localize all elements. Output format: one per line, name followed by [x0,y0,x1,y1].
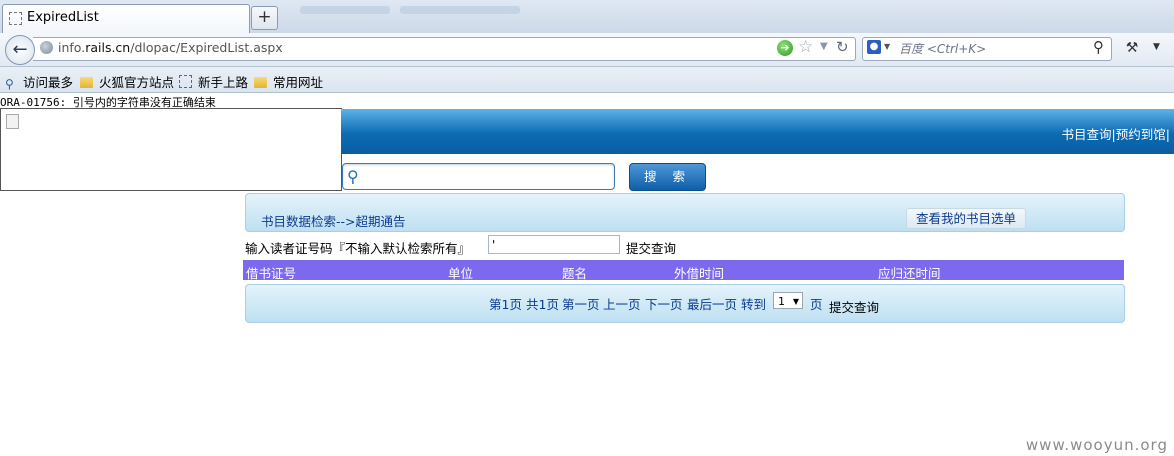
bookmark-star-icon[interactable]: ☆ [798,37,813,57]
page-icon [9,12,22,25]
watermark: www.wooyun.org [1025,436,1168,454]
column-title: 题名 [562,266,588,281]
folder-icon [254,77,267,88]
my-list-button[interactable]: 查看我的书目选单 [906,208,1026,229]
reader-id-input[interactable]: ' [488,235,620,254]
bookmark-firefox-site[interactable]: 火狐官方站点 [80,72,174,91]
bookmark-getting-started[interactable]: 新手上路 [179,72,248,91]
column-unit: 单位 [448,266,474,281]
pager-panel [245,284,1125,323]
url-dropdown-icon[interactable]: ▼ [820,41,828,52]
browser-tab[interactable]: ExpiredList [2,4,250,33]
search-icon: ⚲ [347,167,359,186]
bookmarks-bar [0,67,1174,93]
pager-next-link[interactable]: 下一页 [645,294,683,313]
pager-goto-label: 转到 [741,297,767,312]
chevron-down-icon: ▼ [792,297,799,306]
search-engine-icon[interactable]: ● [867,40,881,54]
header-links: 书目查询|预约到馆| [1062,124,1170,143]
browser-search-input[interactable]: 百度 <Ctrl+K> [899,40,986,57]
column-due-time: 应归还时间 [878,266,941,281]
link-reservation[interactable]: 预约到馆 [1116,127,1166,142]
pager-last-link[interactable]: 最后一页 [687,294,737,313]
page-icon [179,75,192,88]
blurred-tab-area [300,6,390,14]
back-arrow-icon: ← [12,39,28,60]
blurred-tab-area [400,6,520,14]
search-engine-dropdown-icon[interactable]: ▼ [884,42,890,51]
submit-query-button[interactable]: 提交查询 [626,238,676,257]
pager-total: 共1页 [526,297,559,312]
link-separator: | [1165,127,1170,142]
search-input[interactable]: ⚲ [342,163,615,190]
tools-dropdown-icon[interactable]: ▼ [1153,42,1160,52]
bookmark-common-sites[interactable]: 常用网址 [254,72,323,91]
header-banner [341,109,1174,154]
pager-page-unit: 页 [810,297,823,312]
reader-id-label: 输入读者证号码『不输入默认检索所有』 [245,241,471,256]
globe-icon [40,41,53,54]
broken-image [0,108,342,191]
tools-icon[interactable]: ⚒ [1122,38,1142,58]
pager-first-link[interactable]: 第一页 [562,294,600,313]
page-select[interactable]: 1 ▼ [773,292,803,309]
reload-icon[interactable]: ↻ [836,38,849,56]
bookmark-most-visited[interactable]: ⚲ 访问最多 [5,72,73,91]
link-catalog-search[interactable]: 书目查询 [1062,127,1112,142]
column-borrow-time: 外借时间 [674,266,725,281]
pager-submit-button[interactable]: 提交查询 [829,297,879,316]
breadcrumb[interactable]: 书目数据检索-->超期通告 [261,211,406,230]
back-button[interactable]: ← [5,35,35,65]
tab-title: ExpiredList [27,10,99,25]
go-arrow-icon[interactable]: ➔ [777,40,793,56]
column-card-number: 借书证号 [246,266,297,281]
url-text[interactable]: info.rails.cn/dlopac/ExpiredList.aspx [58,40,283,55]
folder-icon [80,77,93,88]
new-tab-button[interactable]: + [251,6,278,30]
search-button[interactable]: 搜 索 [629,163,706,191]
magnifier-icon: ⚲ [5,77,14,91]
pager-prev-link[interactable]: 上一页 [603,294,641,313]
broken-image-icon [6,114,19,129]
pager-current: 第1页 [489,297,522,312]
search-icon[interactable]: ⚲ [1093,38,1104,56]
